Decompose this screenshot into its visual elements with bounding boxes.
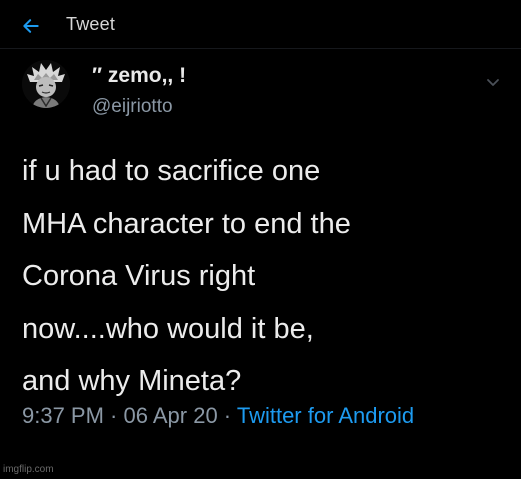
chevron-down-icon [487, 79, 499, 86]
display-name[interactable]: ″ zemo,, ! [92, 64, 186, 88]
meta-separator: · [217, 403, 237, 428]
tweet-text: if u had to sacrifice one MHA character … [22, 155, 351, 397]
back-button[interactable] [14, 9, 48, 43]
watermark: imgflip.com [3, 464, 54, 475]
page-title: Tweet [66, 14, 116, 34]
tweet-meta: 9:37 PM · 06 Apr 20 · Twitter for Androi… [22, 398, 502, 433]
tweet-source-link[interactable]: Twitter for Android [237, 403, 414, 428]
avatar[interactable] [22, 60, 70, 108]
tweet-time: 9:37 PM [22, 403, 104, 428]
tweet-date: 06 Apr 20 [123, 403, 218, 428]
top-bar: Tweet [0, 0, 521, 49]
anime-character-avatar [22, 60, 70, 108]
username[interactable]: @eijriotto [92, 96, 173, 118]
arrow-left-icon [23, 19, 39, 33]
meta-separator: · [103, 403, 124, 428]
tweet-menu-button[interactable] [480, 72, 506, 94]
